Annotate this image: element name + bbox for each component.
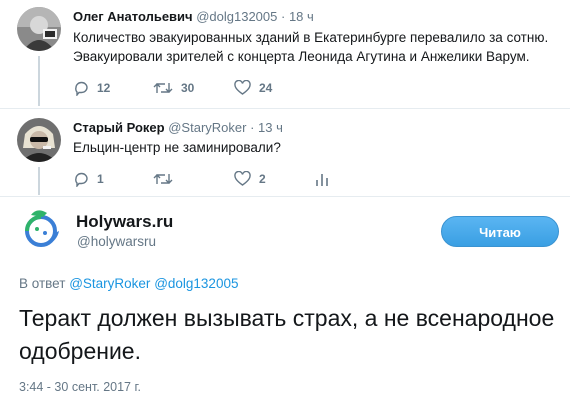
like-count: 2 [259,172,266,186]
like-button[interactable]: 24 [234,80,272,96]
avatar[interactable] [17,7,61,51]
reply-prefix: В ответ [19,276,66,291]
retweet-button[interactable]: 30 [153,80,194,96]
analytics-icon [315,171,329,187]
reply-icon [73,171,89,187]
tweet-time[interactable]: 13 ч [258,120,283,135]
main-tweet-text: Теракт должен вызывать страх, а не всена… [19,305,555,364]
retweet-count: 30 [181,81,195,95]
author-handle[interactable]: @StaryRoker [168,120,246,135]
tweet-text: Ельцин-центр не заминировали? [73,140,281,155]
author-handle[interactable]: @dolg132005 [196,9,277,24]
main-author-name[interactable]: Holywars.ru [76,212,173,232]
like-button[interactable]: 2 [234,171,266,187]
separator-dot: · [250,120,255,135]
separator-dot: · [280,9,286,24]
like-count: 24 [259,81,273,95]
avatar[interactable] [17,118,61,162]
thread-line [38,56,40,106]
following-button[interactable]: Читаю [441,216,559,247]
reply-context: В ответ @StaryRoker @dolg132005 [19,276,238,291]
author-name[interactable]: Старый Рокер [73,120,165,135]
divider [0,196,570,197]
reply-button[interactable]: 1 [73,171,104,187]
tweet-timestamp[interactable]: 3:44 - 30 сент. 2017 г. [19,380,141,394]
tweet-header: Олег Анатольевич @dolg132005 · 18 ч [73,9,314,24]
tweet-header: Старый Рокер @StaryRoker · 13 ч [73,120,283,135]
thread-line [38,167,40,195]
retweet-icon [153,171,173,187]
reply-button[interactable]: 12 [73,80,110,96]
heart-icon [234,80,251,96]
tweet-actions: 1 2 [73,171,373,189]
analytics-button[interactable] [315,171,329,187]
divider [0,108,570,109]
holywars-logo-avatar[interactable] [17,205,65,253]
reply-icon [73,80,89,96]
retweet-icon [153,80,173,96]
reply-user-link[interactable]: @dolg132005 [154,276,238,291]
main-author-handle[interactable]: @holywarsru [77,234,156,249]
tweet-text: Количество эвакуированных зданий в Екате… [73,30,549,64]
tweet-time[interactable]: 18 ч [289,9,314,24]
reply-count: 1 [97,172,104,186]
reply-user-link[interactable]: @StaryRoker [69,276,150,291]
heart-icon [234,171,251,187]
retweet-button[interactable] [153,171,181,187]
author-name[interactable]: Олег Анатольевич [73,9,193,24]
reply-count: 12 [97,81,111,95]
tweet-actions: 12 30 24 [73,80,373,98]
